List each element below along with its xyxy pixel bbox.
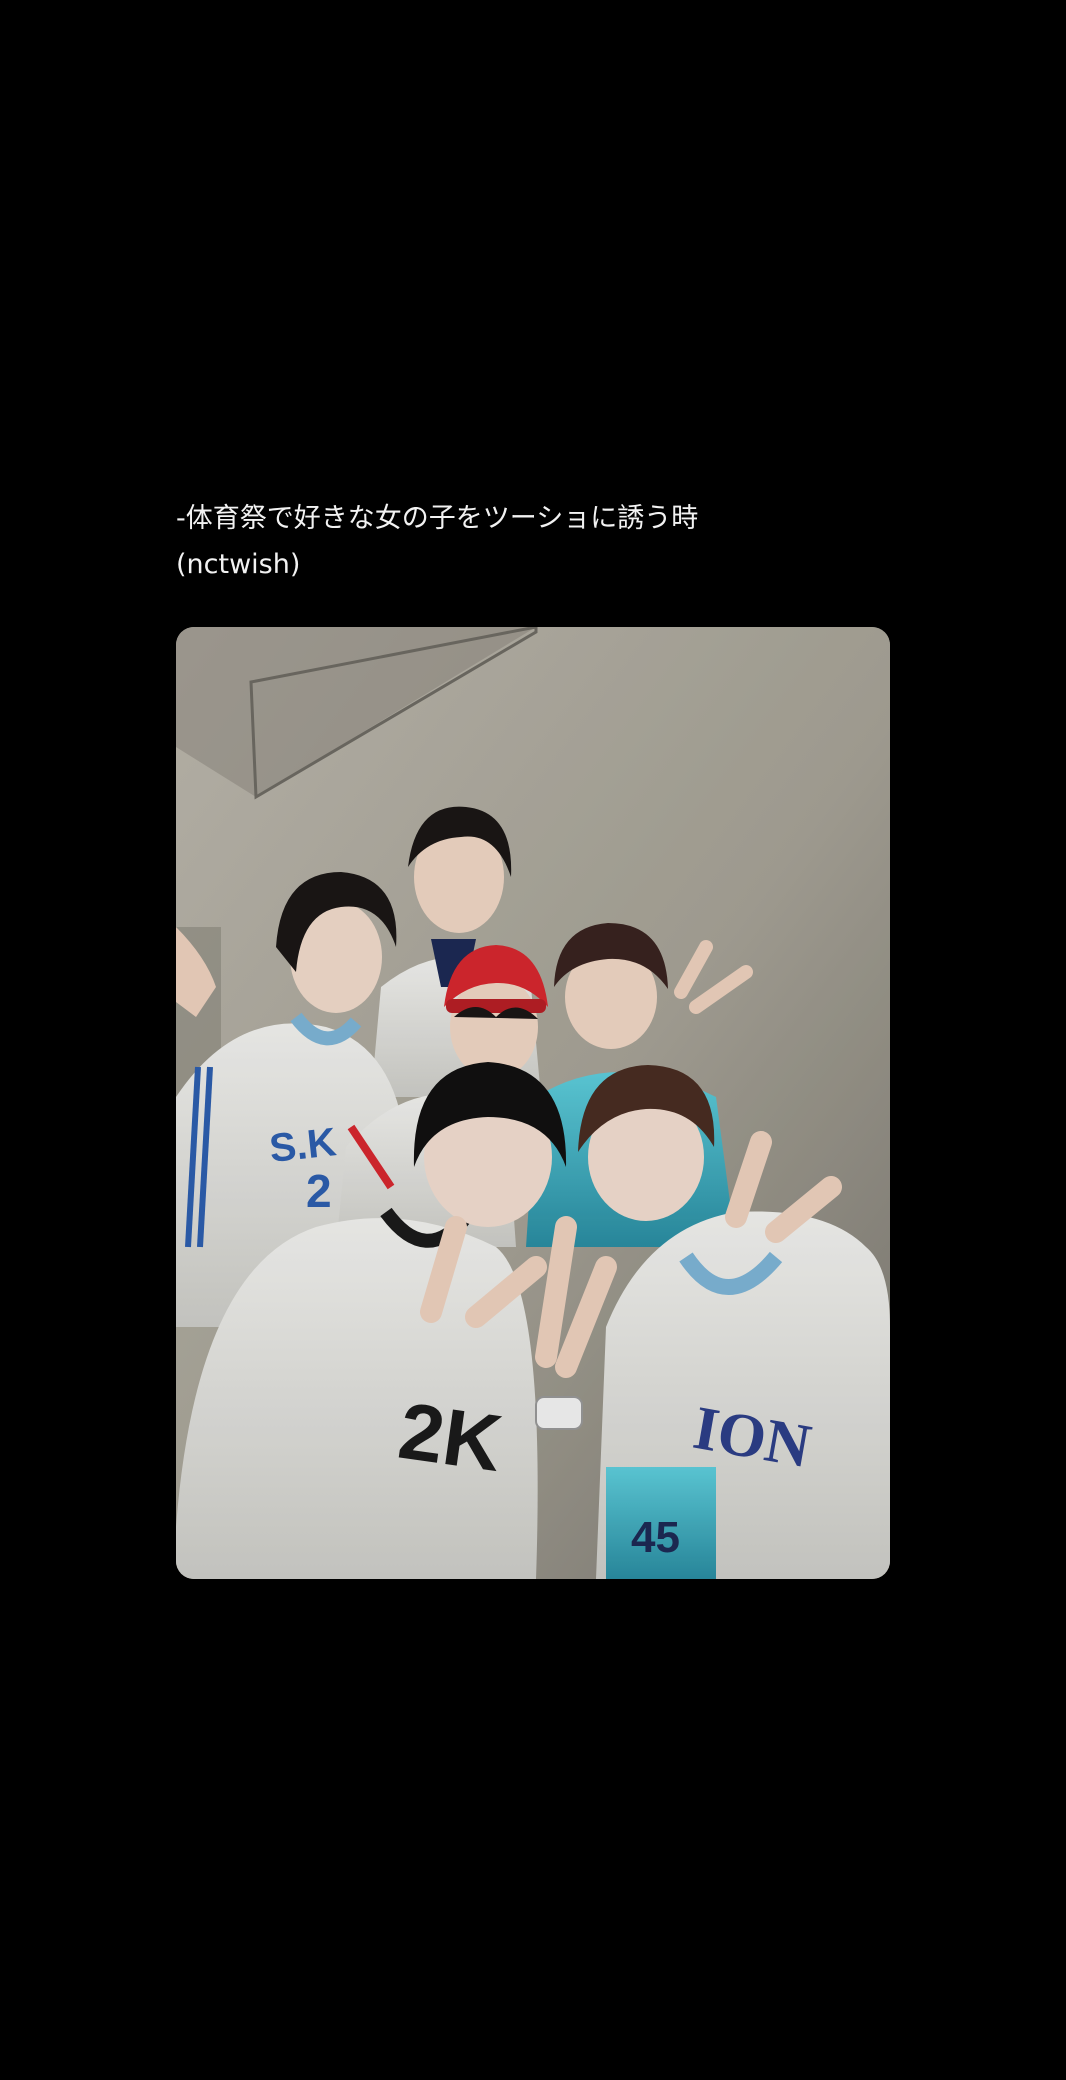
group-photo-illustration: S.K 2 2K ION 45 xyxy=(176,627,890,1579)
caption-title: -体育祭で好きな女の子をツーショに誘う時 xyxy=(176,503,699,534)
caption-hashtag: (nctwish) xyxy=(176,549,301,580)
group-photo[interactable]: S.K 2 2K ION 45 xyxy=(176,627,890,1579)
post-caption: -体育祭で好きな女の子をツーショに誘う時 (nctwish) xyxy=(176,496,896,588)
